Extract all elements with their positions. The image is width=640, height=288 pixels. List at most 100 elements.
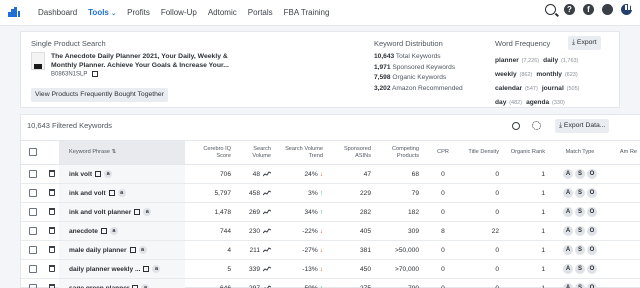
table-row[interactable]: anecdote a 744 230 -22% ↓ 405 309 8 22 1 A S O — [21, 221, 640, 241]
nav-dashboard[interactable]: Dashboard — [38, 8, 77, 17]
freq-word[interactable]: monthly — [536, 71, 562, 78]
help-icon[interactable]: ? — [564, 4, 575, 15]
freq-word[interactable]: agenda — [526, 99, 549, 106]
header-search-volume[interactable]: Search Volume — [235, 140, 275, 165]
helium10-logo[interactable] — [8, 7, 21, 17]
match-type-badge[interactable]: O — [587, 226, 597, 236]
product-thumbnail[interactable] — [31, 52, 45, 70]
freq-word[interactable]: weekly — [495, 71, 517, 78]
row-checkbox[interactable] — [29, 170, 37, 178]
freq-word[interactable]: day — [495, 99, 506, 106]
select-all-checkbox[interactable] — [29, 148, 37, 157]
facebook-icon[interactable]: f — [583, 4, 594, 15]
table-search-icon[interactable] — [512, 122, 520, 130]
freq-word[interactable]: calendar — [495, 85, 522, 92]
header-amazon-rec[interactable]: Am Re — [611, 140, 640, 165]
nav-follow-up[interactable]: Follow-Up — [161, 8, 197, 17]
header-keyword-phrase[interactable]: Keyword Phrase ⇅ — [59, 140, 185, 165]
keyword-phrase[interactable]: ink and volt — [69, 190, 106, 197]
match-type-badge[interactable]: S — [575, 226, 585, 236]
table-row[interactable]: ink and volt planner a 1,478 269 34% ↑ 282 182 0… — [21, 202, 640, 222]
nav-adtomic[interactable]: Adtomic — [208, 8, 237, 17]
match-type-badge[interactable]: S — [575, 169, 585, 179]
header-match-type[interactable]: Match Type — [549, 140, 611, 165]
keyword-phrase[interactable]: ink and volt planner — [69, 209, 131, 216]
match-type-badge[interactable]: S — [575, 188, 585, 198]
row-checkbox[interactable] — [29, 284, 37, 288]
match-type-badge[interactable]: A — [563, 264, 573, 274]
match-type-badge[interactable]: O — [587, 188, 597, 198]
external-link-icon[interactable] — [100, 228, 107, 234]
match-type-badge[interactable]: O — [587, 207, 597, 217]
table-row[interactable]: sage green plannera64629759%↑275700001AS… — [21, 278, 640, 288]
trash-icon[interactable] — [49, 284, 55, 288]
header-organic-rank[interactable]: Organic Rank — [503, 140, 549, 165]
table-row[interactable]: male daily planner a 4 211 -27% ↓ 381 >50,000 0 0… — [21, 240, 640, 260]
header-competing-products[interactable]: Competing Products — [375, 140, 423, 165]
nav-tools[interactable]: Tools ⌄ — [88, 8, 116, 17]
freq-word[interactable]: daily — [543, 57, 558, 64]
external-link-icon[interactable] — [129, 247, 136, 253]
word-frequency-export-button[interactable]: ⤓ Export — [568, 36, 601, 50]
match-type-badge[interactable]: S — [575, 283, 585, 288]
keyword-phrase[interactable]: ink volt — [69, 171, 92, 178]
product-title[interactable]: The Anecdote Daily Planner 2021, Your Da… — [51, 52, 251, 70]
header-cpr[interactable]: CPR — [423, 140, 463, 165]
nav-profits[interactable]: Profits — [127, 8, 150, 17]
keyword-phrase[interactable]: male daily planner — [69, 247, 127, 254]
search-icon[interactable] — [545, 4, 556, 15]
amazon-icon[interactable]: a — [141, 284, 150, 288]
row-checkbox[interactable] — [29, 208, 37, 216]
export-data-button[interactable]: ⤓ Export Data... — [555, 119, 610, 133]
external-link-icon[interactable] — [143, 266, 150, 272]
amazon-icon[interactable]: a — [104, 170, 113, 178]
trash-icon[interactable] — [49, 265, 55, 273]
trash-icon[interactable] — [49, 246, 55, 254]
external-link-icon[interactable] — [95, 171, 102, 177]
match-type-badge[interactable]: A — [563, 283, 573, 288]
external-link-icon[interactable] — [134, 209, 141, 215]
header-title-density[interactable]: Title Density — [463, 140, 503, 165]
trend-chart-icon[interactable] — [263, 247, 271, 253]
copy-icon[interactable] — [91, 71, 98, 77]
table-row[interactable]: ink volt a 706 48 24% ↓ 47 68 0 0 1 A S O — [21, 164, 640, 184]
nav-portals[interactable]: Portals — [248, 8, 273, 17]
amazon-icon[interactable]: a — [152, 265, 161, 273]
trend-chart-icon[interactable] — [263, 171, 271, 177]
amazon-icon[interactable]: a — [138, 246, 147, 254]
bell-icon[interactable] — [602, 4, 613, 15]
match-type-badge[interactable]: O — [587, 169, 597, 179]
header-iq-score[interactable]: Cerebro IQ Score — [185, 140, 235, 165]
keyword-phrase[interactable]: anecdote — [69, 228, 98, 235]
table-row[interactable]: ink and volt a 5,797 458 3% ↑ 229 79 0 0 1 A S O — [21, 183, 640, 203]
trash-icon[interactable] — [49, 227, 55, 235]
match-type-badge[interactable]: S — [575, 245, 585, 255]
match-type-badge[interactable]: O — [587, 264, 597, 274]
match-type-badge[interactable]: S — [575, 207, 585, 217]
freq-word[interactable]: planner — [495, 57, 519, 64]
settings-icon[interactable] — [532, 121, 541, 130]
match-type-badge[interactable]: A — [563, 169, 573, 179]
row-checkbox[interactable] — [29, 227, 37, 235]
match-type-badge[interactable]: A — [563, 207, 573, 217]
nav-fba-training[interactable]: FBA Training — [284, 8, 330, 17]
trend-chart-icon[interactable] — [263, 209, 271, 215]
trend-chart-icon[interactable] — [263, 228, 271, 234]
table-row[interactable]: daily planner weekly ... a 5 339 -13% ↓ 450 >70… — [21, 259, 640, 279]
trash-icon[interactable] — [49, 189, 55, 197]
header-sponsored-asins[interactable]: Sponsored ASINs — [327, 140, 375, 165]
header-search-trend[interactable]: Search Volume Trend — [275, 140, 327, 165]
trend-chart-icon[interactable] — [263, 190, 271, 196]
match-type-badge[interactable]: A — [563, 226, 573, 236]
amazon-icon[interactable]: a — [109, 227, 118, 235]
row-checkbox[interactable] — [29, 189, 37, 197]
amazon-icon[interactable]: a — [143, 208, 152, 216]
row-checkbox[interactable] — [29, 265, 37, 273]
trend-chart-icon[interactable] — [263, 266, 271, 272]
external-link-icon[interactable] — [108, 190, 115, 196]
avatar[interactable] — [621, 0, 636, 15]
match-type-badge[interactable]: O — [587, 245, 597, 255]
amazon-icon[interactable]: a — [117, 189, 126, 197]
keyword-phrase[interactable]: daily planner weekly ... — [69, 266, 140, 273]
view-fbt-button[interactable]: View Products Frequently Bought Together — [31, 88, 168, 102]
